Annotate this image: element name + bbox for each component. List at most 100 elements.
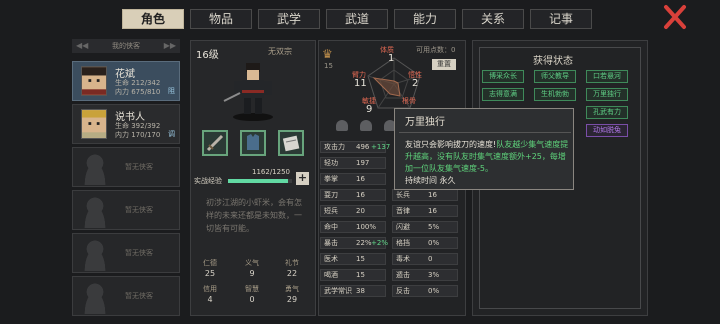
tab-journal[interactable]: 记事 [530, 9, 592, 29]
empty-party-slot[interactable]: 暂无侠客 [72, 233, 180, 273]
attr-value: 4 [207, 295, 213, 304]
tab-items[interactable]: 物品 [190, 9, 252, 29]
tab-martial-path[interactable]: 武道 [326, 9, 388, 29]
sword-icon [206, 134, 224, 152]
stat-row: 耍刀 16 [320, 189, 386, 201]
attr-name: 礼节 [285, 259, 299, 267]
party-header: ◀◀ 我的侠客 ▶▶ [72, 39, 180, 53]
stat-value: 0% [428, 287, 440, 295]
stat-row: 格挡 0% [392, 237, 458, 249]
xp-value: 1162/1250 [252, 168, 290, 176]
stat-name: 短兵 [324, 207, 338, 215]
tooltip-body: 友谊只会影响拔刀的速度!队友越少集气速度提升越高，没有队友时集气速度额外+25，… [405, 139, 569, 175]
book-icon [282, 135, 300, 152]
empty-slot-label: 暂无侠客 [125, 206, 153, 214]
stat-value: 16 [428, 207, 437, 215]
equip-slot-book[interactable] [278, 130, 304, 156]
avatar [81, 109, 107, 139]
stat-row: 短兵 20 [320, 205, 386, 217]
member-mp: 内力 170/170 [115, 131, 161, 139]
helm-icon [360, 120, 372, 131]
stat-name: 毒术 [396, 255, 410, 263]
tab-relations[interactable]: 关系 [462, 9, 524, 29]
attr-item: 礼节 22 [278, 258, 306, 278]
attr-name: 仁德 [203, 259, 217, 267]
stat-name: 格挡 [396, 239, 410, 247]
stat-row: 喝酒 15 [320, 269, 386, 281]
stat-row: 毒术 0 [392, 253, 458, 265]
attr-value: 29 [286, 295, 298, 304]
xp-bar-fill [228, 179, 288, 183]
stat-value: 100% [356, 223, 377, 231]
tab-character[interactable]: 角色 [122, 9, 184, 29]
status-chip[interactable]: 万里独行 [586, 88, 628, 101]
radar-label-bottom2: 根骨 [402, 97, 416, 105]
tooltip-duration: 持续时间 永久 [405, 176, 456, 185]
tooltip-title: 万里独行 [399, 113, 571, 133]
attr-name: 勇气 [285, 285, 299, 293]
stat-row: 闪避 5% [392, 221, 458, 233]
add-xp-button[interactable]: + [296, 172, 309, 185]
stat-bonus: +2% [371, 239, 388, 247]
stat-row: 长兵 16 [392, 189, 458, 201]
member-badge: 调 [168, 130, 175, 138]
status-chip[interactable]: 生机勃勃 [534, 88, 576, 101]
stat-row: 武学常识 38 [320, 285, 386, 297]
close-icon[interactable] [660, 4, 690, 30]
status-chip[interactable]: 师父教导 [534, 70, 576, 83]
attr-name: 智慧 [245, 285, 259, 293]
scroll-left-icon[interactable]: ◀◀ [76, 39, 88, 53]
stat-name: 耍刀 [324, 191, 338, 199]
empty-party-slot[interactable]: 暂无侠客 [72, 276, 180, 316]
tab-abilities[interactable]: 能力 [394, 9, 456, 29]
status-chip[interactable]: 志得意满 [482, 88, 524, 101]
tab-martial-arts[interactable]: 武学 [258, 9, 320, 29]
status-chip[interactable]: 动如脱兔 [586, 124, 628, 137]
member-badge: 阻 [168, 87, 175, 95]
silhouette-icon [79, 237, 111, 271]
stat-name: 攻击力 [324, 143, 345, 151]
stat-value: 16 [356, 191, 365, 199]
attr-item: 信用 4 [196, 284, 224, 304]
armor-icon [247, 134, 259, 150]
attr-value: 22 [286, 269, 298, 278]
stat-name: 闪避 [396, 223, 410, 231]
attr-value: 25 [204, 269, 216, 278]
status-chip[interactable]: 口若悬河 [586, 70, 628, 83]
xp-bar [228, 179, 292, 183]
character-bio: 初涉江湖的小虾米，会有怎样的未来还都是未知数，一切皆有可能。 [206, 198, 302, 233]
stat-value: 16 [428, 191, 437, 199]
stat-name: 轻功 [324, 159, 338, 167]
radar-value-right: 2 [412, 78, 419, 89]
silhouette-icon [79, 194, 111, 228]
stat-name: 医术 [324, 255, 338, 263]
status-chip[interactable]: 博采众长 [482, 70, 524, 83]
top-tab-bar: 角色 物品 武学 武道 能力 关系 记事 [0, 0, 720, 34]
stat-value: 0% [428, 239, 440, 247]
stat-value: 16 [356, 175, 365, 183]
attr-item: 仁德 25 [196, 258, 224, 278]
equip-slot-armor[interactable] [240, 130, 266, 156]
party-member-card[interactable]: 花斌 生命 212/342 内力 675/810 阻 [72, 61, 180, 101]
tooltip-body-text: 友谊只会影响拔刀的速度! [405, 140, 497, 149]
stat-value: 15 [356, 255, 365, 263]
stat-row: 医术 15 [320, 253, 386, 265]
stat-name: 反击 [396, 287, 410, 295]
scroll-right-icon[interactable]: ▶▶ [164, 39, 176, 53]
stat-bonus: +137 [371, 143, 391, 151]
party-header-label: 我的侠客 [112, 42, 140, 50]
attr-name: 义气 [245, 259, 259, 267]
empty-party-slot[interactable]: 暂无侠客 [72, 190, 180, 230]
stat-name: 长兵 [396, 191, 410, 199]
stat-name: 拳掌 [324, 175, 338, 183]
empty-party-slot[interactable]: 暂无侠客 [72, 147, 180, 187]
stat-row: 拳掌 16 [320, 173, 386, 185]
equip-slot-weapon[interactable] [202, 130, 228, 156]
status-chip[interactable]: 孔武有力 [586, 106, 628, 119]
radar-value-bottom: 9 [366, 104, 373, 115]
stat-value: 20 [356, 207, 365, 215]
party-member-card[interactable]: 说书人 生命 392/392 内力 170/170 调 [72, 104, 180, 144]
stat-value: 15 [356, 271, 365, 279]
attr-name: 信用 [203, 285, 217, 293]
status-tooltip: 万里独行 友谊只会影响拔刀的速度!队友越少集气速度提升越高，没有队友时集气速度额… [394, 108, 574, 190]
